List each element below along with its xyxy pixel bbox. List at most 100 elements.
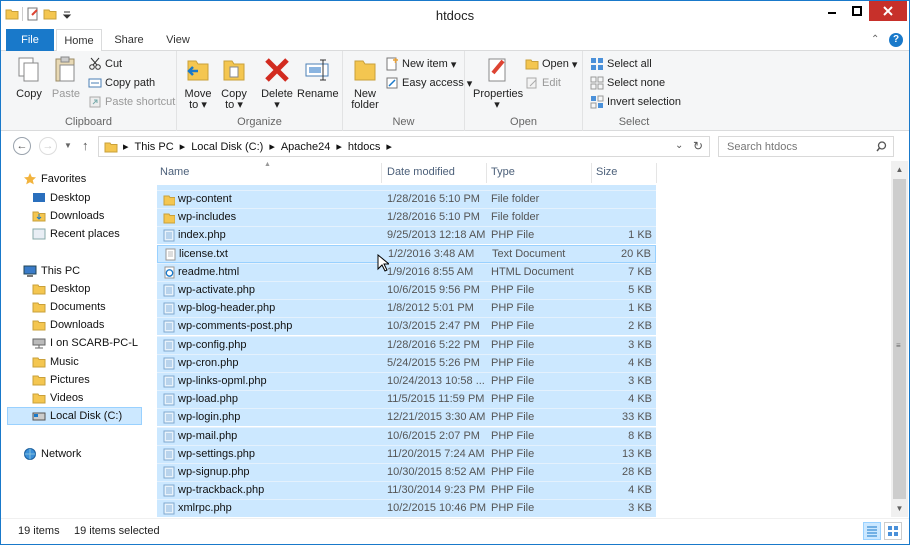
nav-pc-desktop[interactable]: Desktop (32, 280, 90, 298)
tab-share[interactable]: Share (107, 29, 151, 51)
nav-pc-downloads[interactable]: Downloads (32, 316, 104, 334)
column-date-modified[interactable]: Date modified (387, 166, 455, 178)
file-row[interactable]: wp-login.php 12/21/2015 3:30 AM PHP File 33… (157, 408, 656, 427)
file-row[interactable]: license.txt 1/2/2016 3:48 AM Text Document… (157, 244, 656, 263)
file-row[interactable]: wp-includes 1/28/2016 5:10 PM File folder (157, 208, 656, 227)
column-type[interactable]: Type (491, 166, 515, 178)
help-icon[interactable]: ? (889, 33, 903, 47)
paste-button[interactable]: Paste (49, 55, 83, 100)
search-input[interactable] (719, 137, 869, 156)
select-all-button[interactable]: Select all (590, 56, 652, 72)
file-row[interactable]: wp-comments-post.php 10/3/2015 2:47 PM PHP… (157, 317, 656, 336)
minimize-button[interactable] (819, 1, 845, 21)
collapse-ribbon-icon[interactable]: ⌃ (871, 34, 879, 45)
copy-path-button[interactable]: Copy path (88, 75, 155, 91)
nav-network[interactable]: Network (23, 445, 81, 463)
close-button[interactable] (869, 1, 907, 21)
file-row[interactable]: wp-config.php 1/28/2016 5:22 PM PHP File 3 … (157, 335, 656, 354)
scroll-thumb[interactable] (893, 179, 906, 499)
address-bar[interactable]: ▸ This PC ▸ Local Disk (C:) ▸ Apache24 ▸… (98, 136, 710, 157)
select-group-label: Select (618, 116, 650, 128)
new-item-button[interactable]: New item ▾ (385, 56, 456, 72)
tab-view[interactable]: View (155, 29, 201, 51)
column-divider[interactable] (486, 163, 487, 183)
properties-button[interactable]: Properties ▾ (473, 55, 523, 111)
vertical-scrollbar[interactable]: ▲ ≡ ▼ (891, 161, 908, 517)
file-row[interactable]: wp-cron.php 5/24/2015 5:26 PM PHP File 4 KB (157, 353, 656, 372)
nav-fav-downloads[interactable]: Downloads (32, 207, 104, 225)
nav-fav-recent-places[interactable]: Recent places (32, 225, 120, 243)
address-dropdown-icon[interactable]: ⌄ (675, 140, 683, 151)
file-row[interactable]: wp-activate.php 10/6/2015 9:56 PM PHP File… (157, 281, 656, 299)
copy-to-button[interactable]: Copy to ▾ (217, 55, 251, 111)
new-folder-button[interactable]: New folder (348, 55, 382, 111)
copy-path-label: Copy path (105, 77, 156, 89)
open-button[interactable]: Open ▾ (525, 56, 577, 72)
maximize-button[interactable] (844, 1, 870, 21)
php-file-icon (163, 411, 175, 424)
easy-access-button[interactable]: Easy access ▾ (385, 75, 472, 91)
file-row[interactable]: wp-settings.php 11/20/2015 7:24 AM PHP Fil… (157, 444, 656, 463)
delete-button[interactable]: Delete ▾ (259, 55, 295, 111)
file-row[interactable]: wp-mail.php 10/6/2015 2:07 PM PHP File 8 KB (157, 426, 656, 445)
scroll-up-icon[interactable]: ▲ (891, 161, 908, 178)
php-file-icon (163, 339, 175, 352)
file-row[interactable]: index.php 9/25/2013 12:18 AM PHP File 1 KB (157, 226, 656, 245)
nav-pc-documents-label: Documents (50, 301, 106, 313)
back-button[interactable]: ← (13, 137, 31, 155)
file-row[interactable]: wp-links-opml.php 10/24/2013 10:58 ... PHP… (157, 372, 656, 390)
column-name[interactable]: Name (160, 166, 189, 178)
file-row[interactable]: readme.html 1/9/2016 8:55 AM HTML Document… (157, 262, 656, 281)
nav-pc-local-disk[interactable]: Local Disk (C:) (7, 407, 142, 425)
refresh-icon[interactable]: ↻ (693, 139, 703, 153)
edit-button[interactable]: Edit (525, 75, 561, 91)
file-row[interactable]: wp-blog-header.php 1/8/2012 5:01 PM PHP Fi… (157, 299, 656, 318)
rename-label: Rename (297, 88, 339, 100)
nav-fav-desktop[interactable]: Desktop (32, 189, 90, 207)
tab-home[interactable]: Home (56, 29, 102, 52)
title-bar: htdocs (1, 1, 909, 29)
nav-pc-network-drive[interactable]: I on SCARB-PC-L (32, 334, 138, 352)
file-row[interactable]: xmlrpc.php 10/2/2015 10:46 PM PHP File 3 KB (157, 499, 656, 518)
nav-favorites[interactable]: Favorites (23, 170, 86, 188)
file-row[interactable]: wp-signup.php 10/30/2015 8:52 AM PHP File 2… (157, 463, 656, 481)
nav-pc-music[interactable]: Music (32, 353, 79, 371)
cut-button[interactable]: Cut (88, 56, 122, 72)
select-none-button[interactable]: Select none (590, 75, 665, 91)
nav-pc-pictures[interactable]: Pictures (32, 371, 90, 389)
file-type: File folder (491, 193, 540, 205)
php-file-icon (163, 466, 175, 479)
large-icons-view-button[interactable] (884, 522, 902, 540)
breadcrumb-local-disk[interactable]: Local Disk (C:) (191, 141, 263, 153)
file-row[interactable]: wp-content 1/28/2016 5:10 PM File folder (157, 190, 656, 208)
search-icon[interactable] (876, 141, 887, 152)
rename-button[interactable]: Rename (297, 55, 339, 100)
invert-selection-button[interactable]: Invert selection (590, 94, 681, 110)
copy-button[interactable]: Copy (13, 55, 45, 100)
file-size: 13 KB (622, 447, 652, 460)
nav-pc-videos[interactable]: Videos (32, 389, 83, 407)
paste-shortcut-button[interactable]: Paste shortcut (88, 94, 175, 110)
breadcrumb-apache24[interactable]: Apache24 (281, 141, 331, 153)
scroll-down-icon[interactable]: ▼ (891, 500, 908, 517)
file-row[interactable]: wp-load.php 11/5/2015 11:59 PM PHP File 4 K… (157, 390, 656, 409)
breadcrumb-this-pc[interactable]: This PC (135, 141, 174, 153)
details-view-button[interactable] (863, 522, 881, 540)
nav-this-pc[interactable]: This PC (23, 262, 80, 280)
easy-access-label: Easy access (402, 77, 464, 89)
tab-file[interactable]: File (6, 29, 54, 51)
desktop-icon (33, 193, 45, 202)
search-box[interactable] (718, 136, 894, 157)
column-size[interactable]: Size (596, 166, 617, 178)
move-to-button[interactable]: Move to ▾ (181, 55, 215, 111)
breadcrumb-htdocs[interactable]: htdocs (348, 141, 380, 153)
column-divider[interactable] (656, 163, 657, 183)
column-divider[interactable] (381, 163, 382, 183)
up-arrow-icon[interactable]: ↑ (82, 138, 89, 153)
nav-pc-documents[interactable]: Documents (32, 298, 106, 316)
column-divider[interactable] (591, 163, 592, 183)
recent-locations-icon[interactable]: ▼ (64, 141, 72, 150)
breadcrumb-separator: ▸ (336, 141, 342, 153)
forward-button[interactable]: → (39, 137, 57, 155)
file-row[interactable]: wp-trackback.php 11/30/2014 9:23 PM PHP Fi… (157, 481, 656, 500)
